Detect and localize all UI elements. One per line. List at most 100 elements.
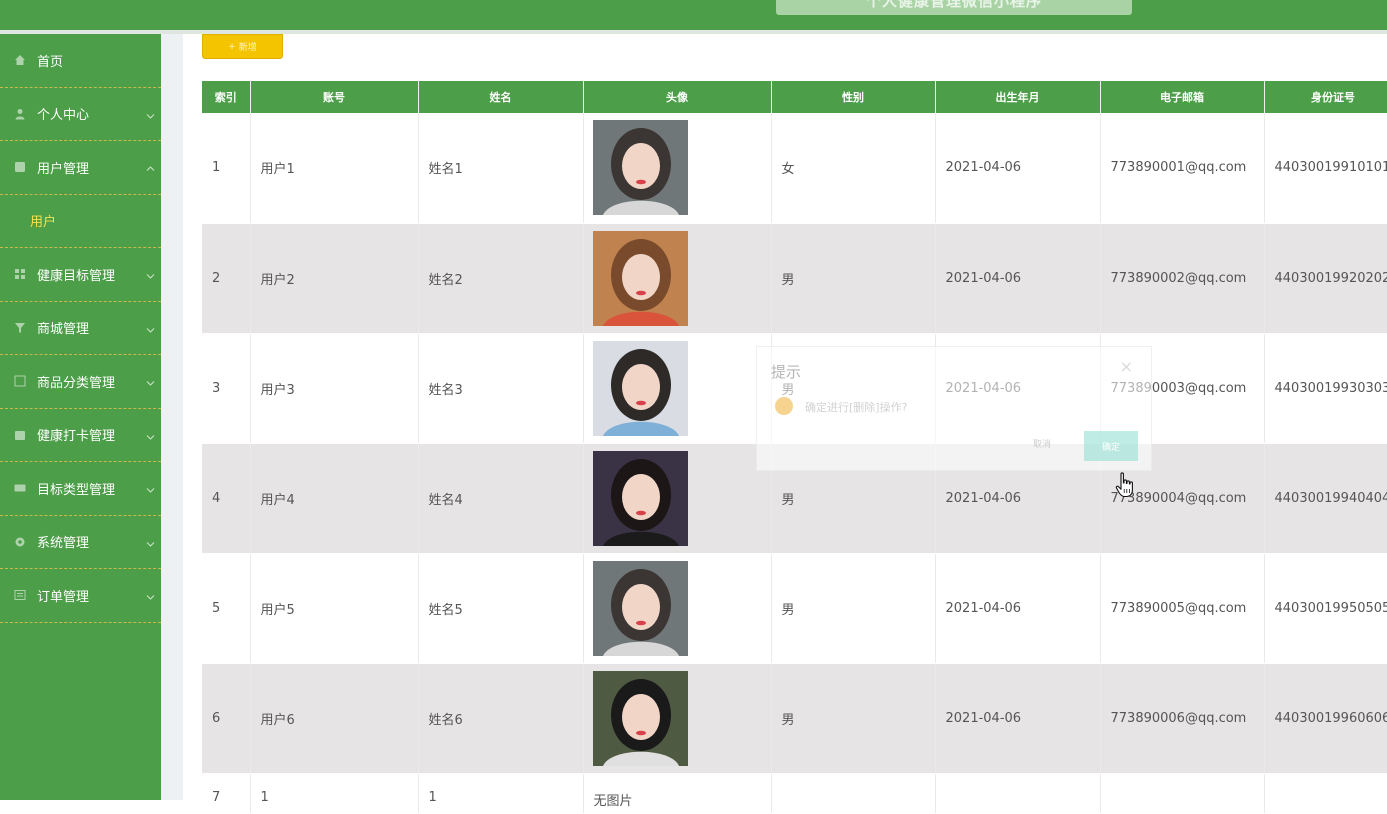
cell-gender: 男 — [771, 223, 936, 334]
header-name[interactable]: 姓名 — [418, 81, 584, 113]
avatar[interactable] — [592, 340, 688, 436]
sidebar-item-label: 个人中心 — [37, 108, 90, 124]
cell-account: 用户3 — [250, 333, 419, 444]
users-icon — [14, 161, 26, 173]
cell-avatar: 无图片 — [583, 773, 772, 814]
sidebar-item-8[interactable]: 目标类型管理 — [0, 462, 161, 516]
chevron-down-icon — [146, 537, 155, 547]
cell-email — [1100, 773, 1265, 814]
dialog-message: 确定进行[删除]操作? — [805, 401, 908, 414]
cell-index: 4 — [202, 443, 251, 554]
cell-birth: 2021-04-06 — [935, 113, 1101, 224]
header-gender[interactable]: 性别 — [771, 81, 936, 113]
cell-id-no: 440300199202020 — [1264, 223, 1387, 334]
sidebar-item-label: 商品分类管理 — [37, 375, 116, 391]
avatar[interactable] — [592, 230, 688, 326]
close-icon[interactable]: × — [1120, 357, 1133, 376]
chevron-down-icon — [146, 323, 155, 333]
order-icon — [14, 589, 26, 601]
confirm-dialog: 提示 × 确定进行[删除]操作? 取消 确定 — [756, 346, 1152, 471]
sidebar-item-1[interactable]: 个人中心 — [0, 88, 161, 141]
card-icon — [14, 482, 26, 494]
warning-icon — [775, 397, 793, 415]
cell-birth: 2021-04-06 — [935, 553, 1101, 664]
cell-avatar — [583, 443, 772, 554]
avatar[interactable] — [592, 450, 688, 546]
sidebar-item-9[interactable]: 系统管理 — [0, 516, 161, 569]
sidebar-item-label: 首页 — [37, 54, 64, 70]
cell-index: 5 — [202, 553, 251, 664]
sidebar-item-label: 健康打卡管理 — [37, 429, 116, 445]
cell-account: 用户5 — [250, 553, 419, 664]
header-avatar[interactable]: 头像 — [583, 81, 772, 113]
table-row[interactable]: 1 用户1 姓名1 女 2021-04-06 773890001@qq.com 440300… — [202, 113, 1387, 224]
header-id-number[interactable]: 身份证号 — [1264, 81, 1387, 113]
add-button[interactable]: + 新增 — [202, 34, 283, 59]
home-icon — [14, 54, 26, 66]
cell-account: 用户4 — [250, 443, 419, 554]
sidebar-item-3[interactable]: 用户 — [0, 195, 161, 248]
app-title: 个人健康管理微信小程序 — [865, 0, 1042, 10]
sidebar-item-label: 商城管理 — [37, 322, 90, 338]
cell-avatar — [583, 553, 772, 664]
dialog-title: 提示 — [771, 363, 802, 381]
table-row[interactable]: 7 1 1 无图片 — [202, 773, 1387, 814]
chevron-down-icon — [146, 591, 155, 601]
sidebar-item-label: 用户管理 — [37, 161, 90, 177]
sidebar-menu: 首页个人中心用户管理用户健康目标管理 商城管理商品分类管理 健康打卡管理目标类型管理… — [0, 34, 161, 800]
cell-index: 6 — [202, 663, 251, 774]
cell-gender — [771, 773, 936, 814]
avatar[interactable] — [592, 560, 688, 656]
cancel-button[interactable]: 取消 — [1019, 437, 1065, 450]
avatar[interactable] — [592, 670, 688, 766]
cell-id-no: 440300199404040 — [1264, 443, 1387, 554]
cell-name: 姓名4 — [418, 443, 584, 554]
header-account[interactable]: 账号 — [250, 81, 419, 113]
cell-account: 用户1 — [250, 113, 419, 224]
cell-account: 1 — [250, 773, 419, 814]
cell-gender: 男 — [771, 553, 936, 664]
cell-name: 姓名1 — [418, 113, 584, 224]
cell-index: 2 — [202, 223, 251, 334]
cell-name: 1 — [418, 773, 584, 814]
sidebar-item-10[interactable]: 订单管理 — [0, 569, 161, 623]
cell-account: 用户6 — [250, 663, 419, 774]
avatar[interactable] — [592, 120, 688, 216]
cell-birth: 2021-04-06 — [935, 223, 1101, 334]
header-index[interactable]: 索引 — [202, 81, 251, 113]
cell-email: 773890005@qq.com — [1100, 553, 1265, 664]
table-row[interactable]: 5 用户5 姓名5 男 2021-04-06 773890005@qq.com 440300… — [202, 553, 1387, 664]
chevron-up-icon — [146, 163, 155, 172]
sidebar-item-0[interactable]: 首页 — [0, 34, 161, 88]
cell-id-no: 440300199101010 — [1264, 113, 1387, 224]
user-icon — [14, 108, 26, 120]
table-header-row: 索引 账号 姓名 头像 性别 出生年月 电子邮箱 身份证号 — [202, 81, 1387, 113]
grid-icon — [14, 268, 26, 280]
cell-id-no: 440300199505050 — [1264, 553, 1387, 664]
cell-birth — [935, 773, 1101, 814]
cell-email: 773890001@qq.com — [1100, 113, 1265, 224]
cell-avatar — [583, 333, 772, 444]
table-row[interactable]: 6 用户6 姓名6 男 2021-04-06 773890006@qq.com 440300… — [202, 663, 1387, 774]
chevron-down-icon — [146, 430, 155, 440]
gear-icon — [14, 536, 26, 548]
ok-button[interactable]: 确定 — [1084, 431, 1138, 461]
sidebar-item-7[interactable]: 健康打卡管理 — [0, 409, 161, 462]
table-row[interactable]: 2 用户2 姓名2 男 2021-04-06 773890002@qq.com 440300… — [202, 223, 1387, 334]
sidebar-item-4[interactable]: 健康目标管理 — [0, 248, 161, 302]
top-header-bar — [0, 0, 1387, 30]
filter-icon — [14, 322, 26, 334]
cell-name: 姓名6 — [418, 663, 584, 774]
cell-avatar — [583, 663, 772, 774]
sidebar-item-label: 用户 — [30, 215, 57, 231]
sidebar-item-2[interactable]: 用户管理 — [0, 141, 161, 195]
header-birth[interactable]: 出生年月 — [935, 81, 1101, 113]
plus-icon: + — [228, 41, 236, 52]
chevron-down-icon — [146, 377, 155, 387]
sidebar-item-6[interactable]: 商品分类管理 — [0, 355, 161, 409]
header-email[interactable]: 电子邮箱 — [1100, 81, 1265, 113]
cell-id-no: 440300199606060 — [1264, 663, 1387, 774]
sidebar-item-label: 健康目标管理 — [37, 268, 116, 284]
sidebar-item-5[interactable]: 商城管理 — [0, 302, 161, 355]
cell-id-no — [1264, 773, 1387, 814]
